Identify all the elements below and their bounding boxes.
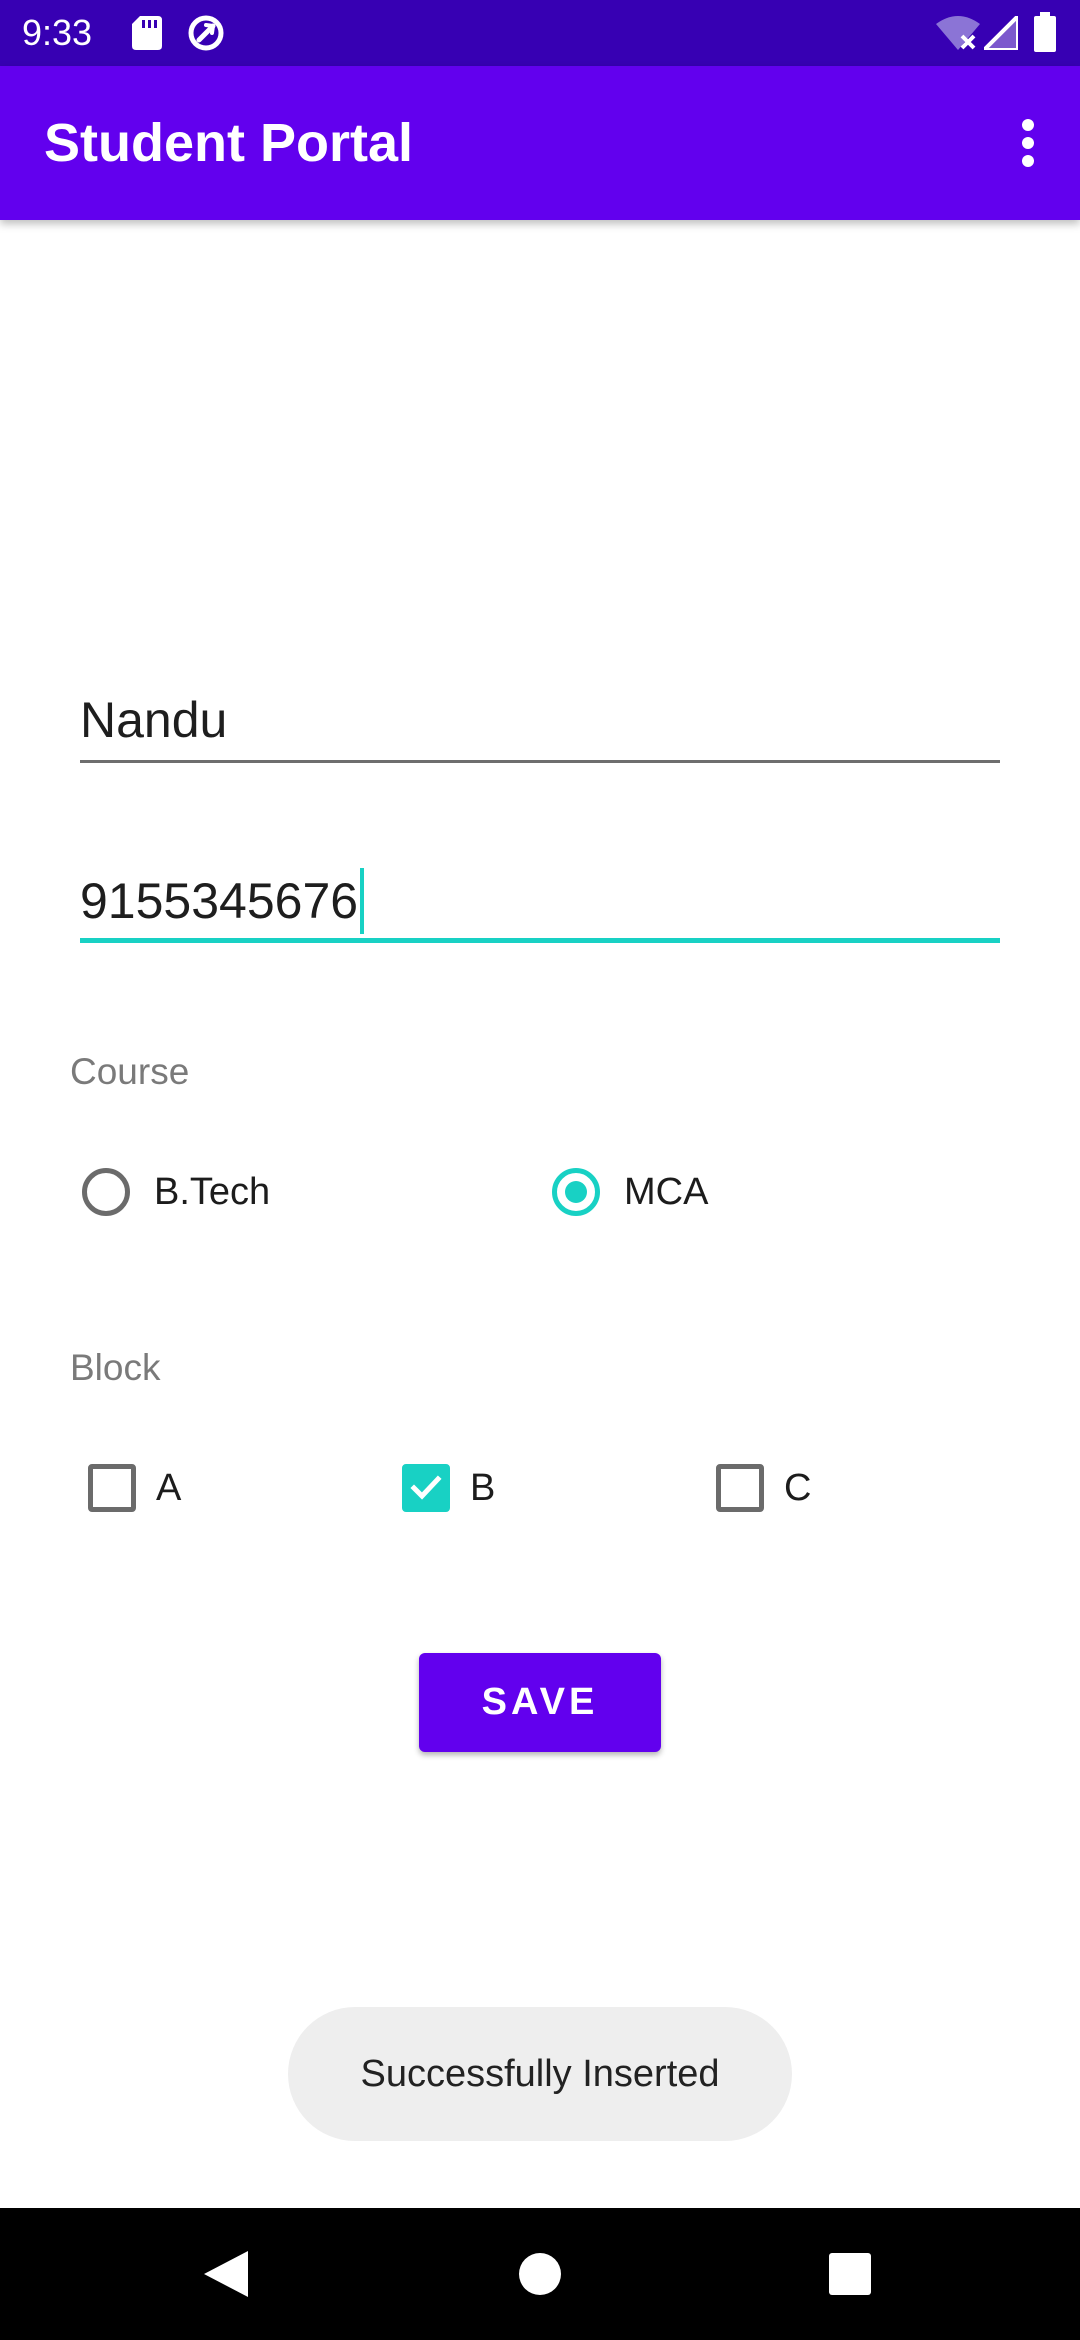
- status-bar: 9:33: [0, 0, 1080, 66]
- recents-button[interactable]: [818, 2242, 882, 2306]
- checkbox-box-unchecked: [716, 1464, 764, 1512]
- checkbox-box-unchecked: [88, 1464, 136, 1512]
- more-vert-icon: [1022, 119, 1034, 167]
- radio-btech[interactable]: B.Tech: [82, 1152, 270, 1232]
- name-field[interactable]: Nandu: [80, 690, 1000, 763]
- radio-mca[interactable]: MCA: [552, 1152, 708, 1232]
- checkbox-box-checked: [402, 1464, 450, 1512]
- radio-circle-unselected: [82, 1168, 130, 1216]
- status-time: 9:33: [22, 12, 93, 53]
- block-label: Block: [70, 1347, 161, 1388]
- checkbox-c[interactable]: C: [716, 1448, 811, 1528]
- sync-icon: [188, 15, 224, 51]
- phone-field-value: 9155345676: [80, 873, 359, 929]
- app-title: Student Portal: [44, 113, 414, 173]
- signal-icon: [984, 16, 1018, 50]
- wifi-off-icon: [936, 16, 980, 50]
- back-button[interactable]: [194, 2242, 258, 2306]
- course-label: Course: [70, 1051, 190, 1092]
- checkbox-c-label: C: [784, 1466, 812, 1509]
- phone-field[interactable]: 9155345676: [80, 868, 1000, 943]
- name-field-value: Nandu: [80, 692, 228, 748]
- toast-text: Successfully Inserted: [360, 2052, 720, 2095]
- checkbox-a[interactable]: A: [88, 1448, 181, 1528]
- home-icon: [519, 2253, 561, 2295]
- checkbox-a-label: A: [156, 1466, 182, 1509]
- overflow-menu-button[interactable]: [992, 107, 1064, 179]
- text-cursor: [360, 868, 365, 934]
- battery-icon: [1034, 12, 1056, 52]
- back-icon: [204, 2251, 248, 2297]
- radio-circle-selected: [552, 1168, 600, 1216]
- radio-btech-label: B.Tech: [154, 1170, 271, 1213]
- save-button[interactable]: SAVE: [419, 1653, 661, 1752]
- home-button[interactable]: [508, 2242, 572, 2306]
- checkbox-b[interactable]: B: [402, 1448, 495, 1528]
- toast-message: Successfully Inserted: [288, 2007, 792, 2141]
- checkbox-b-label: B: [470, 1466, 496, 1509]
- app-bar: Student Portal: [0, 66, 1080, 220]
- recents-icon: [829, 2253, 871, 2295]
- radio-mca-label: MCA: [624, 1170, 709, 1213]
- checkmark-icon: [410, 1475, 442, 1500]
- sd-card-icon: [132, 16, 162, 50]
- navigation-bar: [0, 2208, 1080, 2340]
